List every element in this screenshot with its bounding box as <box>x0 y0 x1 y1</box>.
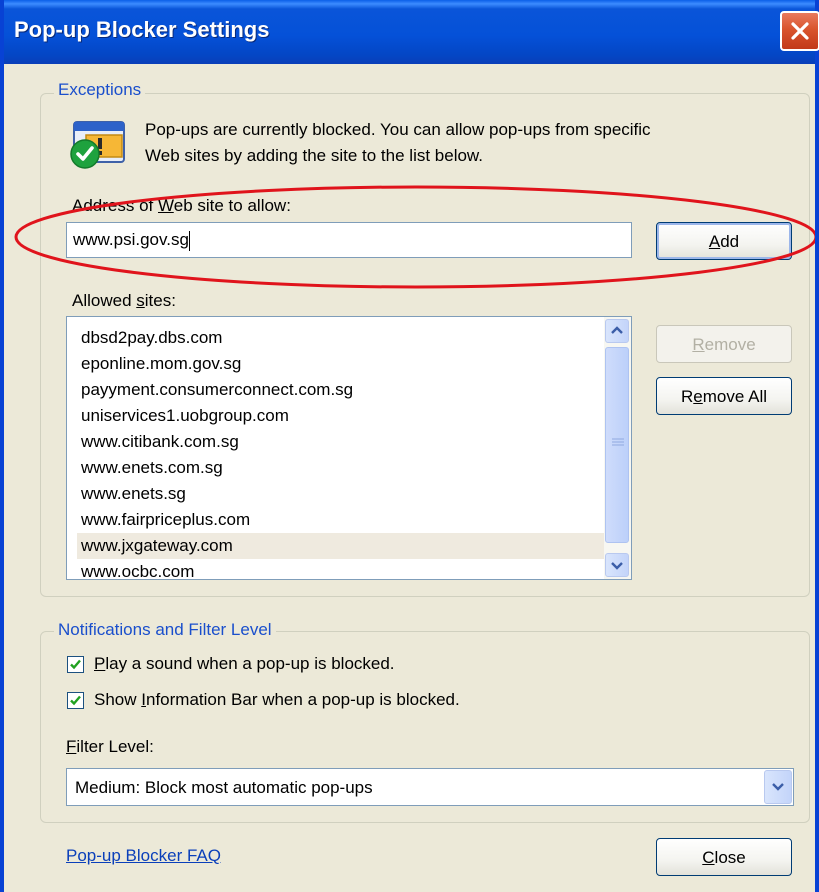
chevron-down-icon <box>772 783 784 791</box>
exceptions-info-line-2: Web sites by adding the site to the list… <box>145 146 483 165</box>
information-bar-label: Show Information Bar when a pop-up is bl… <box>94 690 460 709</box>
play-sound-checkbox[interactable] <box>67 656 84 673</box>
list-item[interactable]: eponline.mom.gov.sg <box>77 351 605 377</box>
notifications-legend: Notifications and Filter Level <box>54 620 276 640</box>
information-bar-checkbox[interactable] <box>67 692 84 709</box>
remove-button[interactable]: Remove <box>656 325 792 363</box>
list-item[interactable]: www.enets.com.sg <box>77 455 605 481</box>
popup-blocker-dialog: Pop-up Blocker Settings Exceptions Pop-u… <box>0 0 819 892</box>
list-item[interactable]: www.enets.sg <box>77 481 605 507</box>
window-title: Pop-up Blocker Settings <box>14 17 270 42</box>
allowed-sites-list[interactable]: dbsd2pay.dbs.com eponline.mom.gov.sg pay… <box>66 316 632 580</box>
annotation-ellipse <box>14 185 815 289</box>
close-button[interactable]: Close <box>656 838 792 876</box>
scroll-up-button[interactable] <box>605 319 629 343</box>
remove-all-button[interactable]: Remove All <box>656 377 792 415</box>
popup-blocker-faq-link[interactable]: Pop-up Blocker FAQ <box>66 846 221 866</box>
grip-icon <box>612 438 624 446</box>
play-sound-label: Play a sound when a pop-up is blocked. <box>94 654 395 673</box>
chevron-up-icon <box>611 326 623 334</box>
list-item-selected[interactable]: www.jxgateway.com <box>77 533 605 559</box>
popup-blocked-shield-icon <box>70 121 125 169</box>
list-item[interactable]: www.ocbc.com <box>77 559 605 579</box>
filter-level-value: Medium: Block most automatic pop-ups <box>75 778 373 797</box>
filter-level-dropdown-button[interactable] <box>764 770 792 804</box>
exceptions-info-line-1: Pop-ups are currently blocked. You can a… <box>145 120 651 139</box>
list-item[interactable]: www.fairpriceplus.com <box>77 507 605 533</box>
close-window-button[interactable] <box>780 11 819 51</box>
close-x-icon <box>791 22 809 40</box>
list-item[interactable]: www.citibank.com.sg <box>77 429 605 455</box>
allowed-sites-scrollbar[interactable] <box>604 317 631 579</box>
exceptions-legend: Exceptions <box>54 80 146 100</box>
filter-level-label: Filter Level: <box>66 737 154 756</box>
scroll-thumb[interactable] <box>605 347 629 543</box>
chevron-down-icon <box>611 562 623 570</box>
checkmark-icon <box>70 659 81 670</box>
checkmark-icon <box>70 695 81 706</box>
list-item[interactable]: uniservices1.uobgroup.com <box>77 403 605 429</box>
allowed-sites-label: Allowed sites: <box>72 291 176 310</box>
filter-level-select[interactable]: Medium: Block most automatic pop-ups <box>66 768 794 806</box>
list-item[interactable]: payyment.consumerconnect.com.sg <box>77 377 605 403</box>
list-item[interactable]: dbsd2pay.dbs.com <box>77 325 605 351</box>
title-bar[interactable]: Pop-up Blocker Settings <box>4 0 819 64</box>
scroll-down-button[interactable] <box>605 553 629 577</box>
